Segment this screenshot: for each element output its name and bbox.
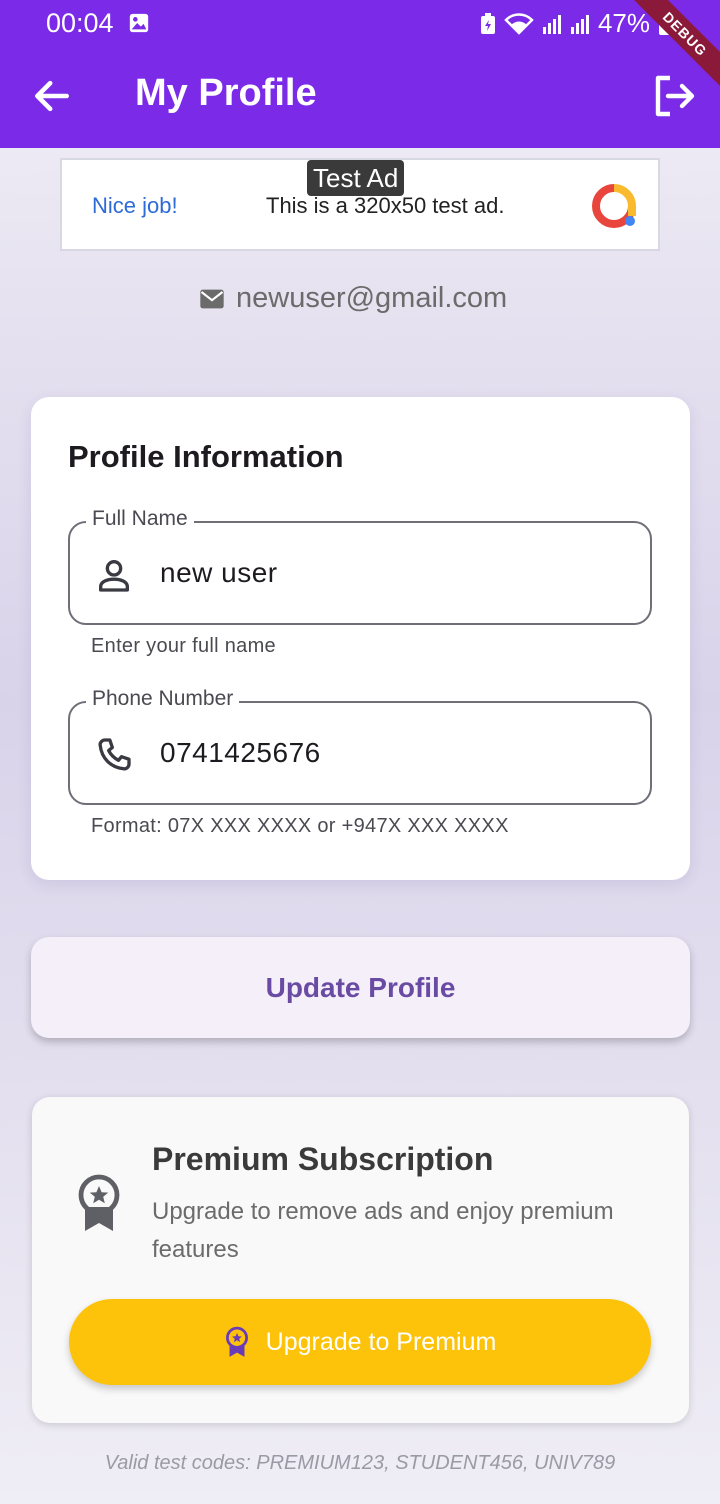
battery-percent: 47% bbox=[597, 8, 650, 38]
upgrade-button-label: Upgrade to Premium bbox=[265, 1327, 497, 1356]
ad-logo-icon bbox=[592, 184, 636, 228]
phone-number-field[interactable]: Phone Number 0741425676 bbox=[68, 687, 652, 805]
full-name-label: Full Name bbox=[86, 507, 194, 531]
app-bar: 00:04 47% DEBUG My Profile bbox=[0, 0, 720, 148]
premium-description: Upgrade to remove ads and enjoy premium … bbox=[152, 1198, 614, 1263]
back-arrow-icon[interactable] bbox=[30, 74, 74, 118]
ad-text: This is a 320x50 test ad. bbox=[266, 193, 505, 218]
phone-number-label: Phone Number bbox=[86, 687, 240, 711]
signal-icon-2 bbox=[570, 14, 589, 34]
premium-subscription-card: Premium Subscription Upgrade to remove a… bbox=[32, 1097, 689, 1423]
person-icon bbox=[99, 560, 129, 592]
ad-tag: Test Ad bbox=[307, 160, 405, 196]
update-profile-button[interactable]: Update Profile bbox=[31, 937, 690, 1038]
gallery-icon bbox=[129, 13, 149, 33]
user-email-row: newuser@gmail.com bbox=[198, 282, 507, 315]
status-time: 00:04 bbox=[46, 8, 114, 38]
full-name-field[interactable]: Full Name new user bbox=[68, 507, 652, 625]
premium-title: Premium Subscription bbox=[152, 1141, 494, 1177]
phone-number-value: 0741425676 bbox=[160, 737, 321, 768]
phone-number-helper: Format: 07X XXX XXXX or +947X XXX XXXX bbox=[91, 815, 509, 837]
premium-badge-icon bbox=[78, 1174, 120, 1231]
upgrade-to-premium-button[interactable]: Upgrade to Premium bbox=[69, 1299, 651, 1385]
page-title: My Profile bbox=[135, 72, 317, 114]
email-icon bbox=[200, 289, 224, 308]
profile-info-card: Profile Information Full Name new user E… bbox=[31, 397, 690, 880]
full-name-value: new user bbox=[160, 557, 278, 588]
user-email: newuser@gmail.com bbox=[236, 282, 508, 314]
ad-nice-text: Nice job! bbox=[92, 193, 178, 218]
phone-icon bbox=[98, 738, 131, 771]
test-codes-text: Valid test codes: PREMIUM123, STUDENT456… bbox=[104, 1452, 616, 1474]
status-bar: 00:04 47% bbox=[0, 0, 720, 48]
logout-icon[interactable] bbox=[650, 72, 698, 120]
signal-icon bbox=[542, 14, 561, 34]
battery-saver-icon bbox=[480, 12, 495, 34]
wifi-icon bbox=[504, 12, 534, 35]
full-name-helper: Enter your full name bbox=[91, 635, 276, 657]
profile-info-title: Profile Information bbox=[68, 439, 344, 474]
premium-badge-icon-small bbox=[225, 1326, 248, 1357]
